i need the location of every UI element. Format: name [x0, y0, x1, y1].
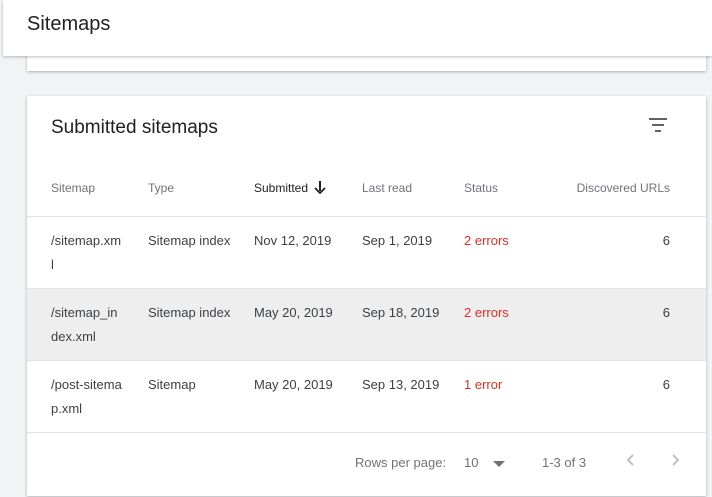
chevron-right-icon: [672, 454, 680, 466]
status-text: 1 error: [464, 377, 503, 392]
table-row[interactable]: /sitemap.xml Sitemap index Nov 12, 2019 …: [27, 216, 706, 289]
sitemap-type: Sitemap index: [148, 233, 231, 248]
submitted-date: May 20, 2019: [254, 305, 333, 320]
pagination-range: 1-3 of 3: [542, 455, 587, 470]
previous-page-button[interactable]: [619, 448, 643, 472]
column-header-status[interactable]: Status: [464, 181, 498, 195]
table-pagination: Rows per page: 10 1-3 of 3: [27, 432, 706, 497]
rows-per-page-select[interactable]: 10: [464, 453, 508, 473]
chevron-left-icon: [626, 454, 634, 466]
table-row[interactable]: /sitemap_index.xml Sitemap index May 20,…: [27, 288, 706, 361]
page-header: Sitemaps: [3, 0, 712, 56]
last-read-date: Sep 13, 2019: [362, 377, 440, 392]
filter-list-icon: [649, 118, 667, 132]
page-title: Sitemaps: [27, 13, 111, 35]
last-read-date: Sep 18, 2019: [362, 305, 440, 320]
submitted-date: May 20, 2019: [254, 377, 333, 392]
rows-per-page-value: 10: [464, 455, 479, 470]
sitemap-path: /sitemap.xml: [51, 233, 122, 272]
arrow-down-icon: [314, 181, 326, 197]
discovered-urls-count: 6: [662, 233, 670, 248]
caret-down-icon: [493, 461, 505, 467]
card-title: Submitted sitemaps: [51, 117, 218, 138]
sitemap-path: /post-sitemap.xml: [51, 377, 122, 416]
column-header-type[interactable]: Type: [148, 181, 174, 195]
table-row[interactable]: /post-sitemap.xml Sitemap May 20, 2019 S…: [27, 360, 706, 433]
sitemap-path: /sitemap_index.xml: [51, 305, 118, 344]
status-text: 2 errors: [464, 233, 509, 248]
column-header-discovered-urls[interactable]: Discovered URLs: [577, 181, 670, 195]
sitemap-type: Sitemap: [148, 377, 196, 392]
discovered-urls-count: 6: [662, 377, 670, 392]
sitemap-type: Sitemap index: [148, 305, 231, 320]
filter-button[interactable]: [643, 112, 673, 138]
next-page-button[interactable]: [663, 448, 687, 472]
column-header-sitemap[interactable]: Sitemap: [51, 181, 95, 195]
submitted-date: Nov 12, 2019: [254, 233, 332, 248]
status-text: 2 errors: [464, 305, 509, 320]
column-header-submitted-label: Submitted: [254, 181, 309, 195]
column-header-submitted[interactable]: Submitted: [254, 181, 326, 197]
column-header-last-read[interactable]: Last read: [362, 181, 412, 195]
submitted-sitemaps-card: Submitted sitemaps Sitemap Type Submitte…: [27, 96, 706, 496]
rows-per-page-label: Rows per page:: [355, 455, 447, 470]
last-read-date: Sep 1, 2019: [362, 233, 433, 248]
discovered-urls-count: 6: [662, 305, 670, 320]
